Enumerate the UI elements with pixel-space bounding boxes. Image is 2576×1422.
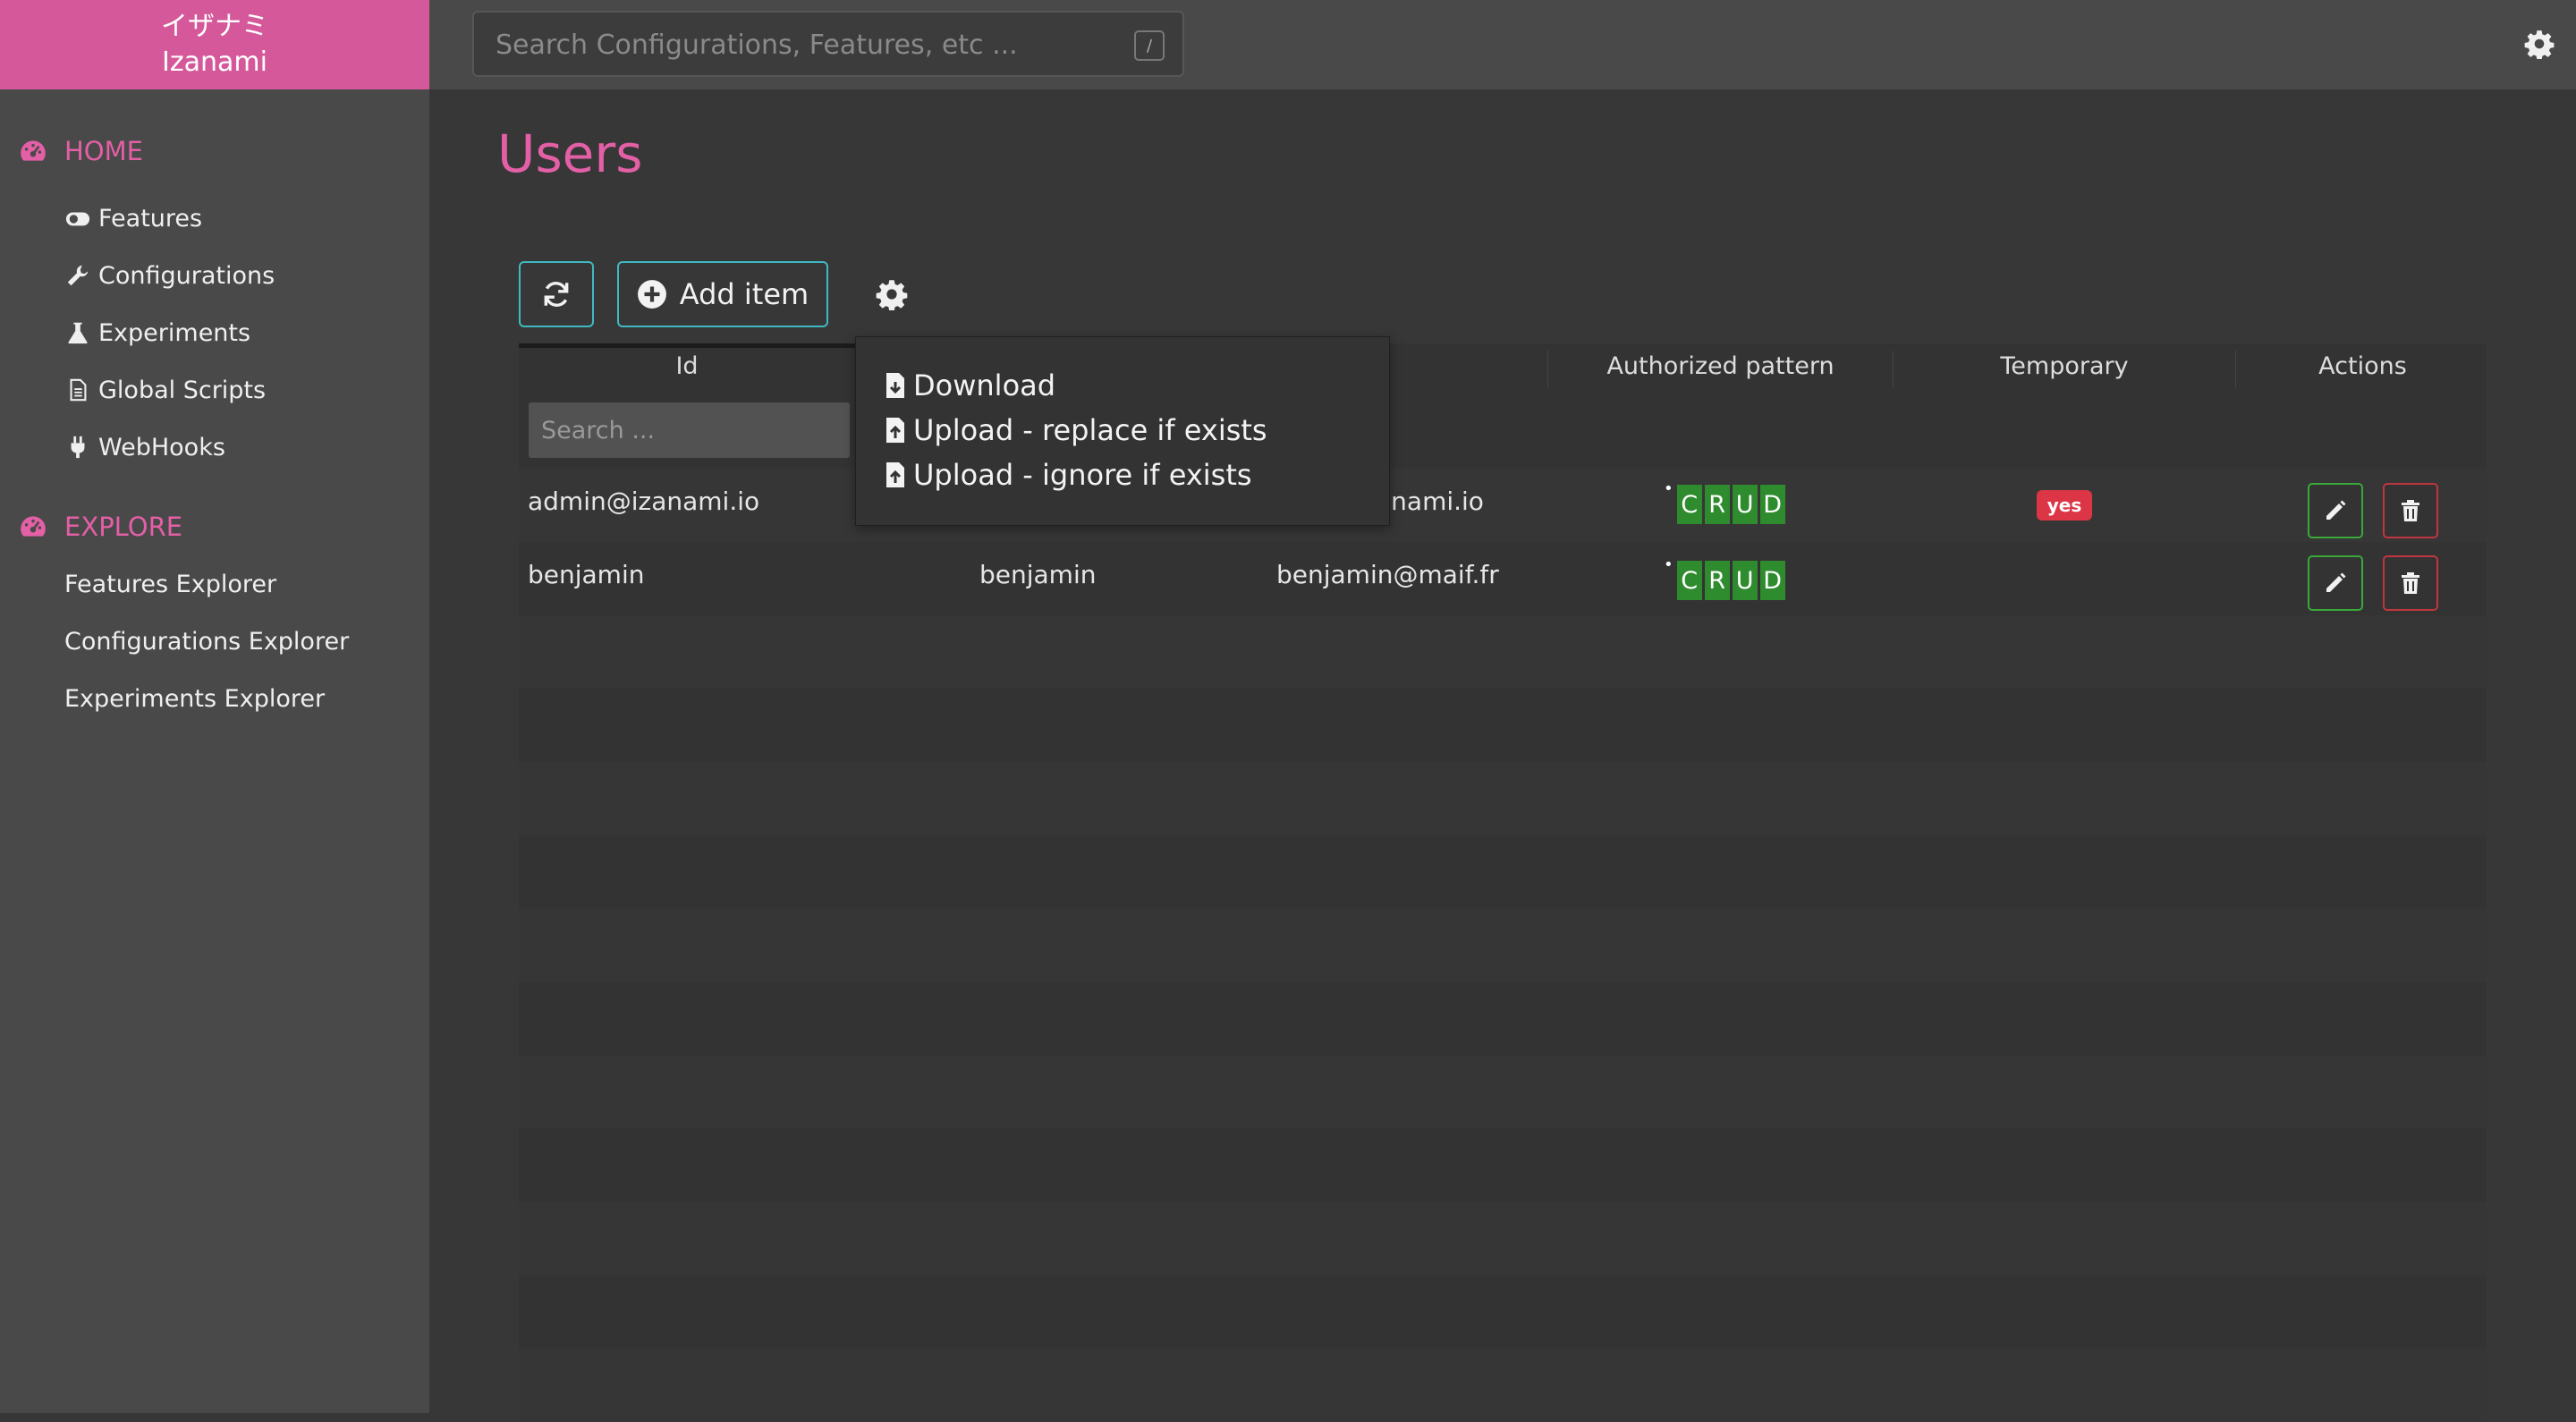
edit-button[interactable] [2308, 483, 2363, 538]
table-row-stripe [519, 1349, 2487, 1422]
brand-logo[interactable]: イザナミ Izanami [0, 0, 429, 89]
trash-icon [2402, 572, 2419, 594]
sidebar-item-global-scripts[interactable]: Global Scripts [64, 372, 266, 408]
dashboard-icon [21, 140, 46, 161]
nav-explore-label: EXPLORE [64, 512, 183, 542]
authorized-pattern: • C R U D [1664, 479, 1788, 524]
authorized-pattern: • C R U D [1664, 555, 1788, 600]
top-bar: / [429, 0, 2576, 89]
brand-japanese: イザナミ [161, 11, 268, 42]
sidebar-item-configurations-explorer[interactable]: Configurations Explorer [64, 628, 349, 656]
menu-item-label: Download [913, 368, 1056, 402]
table-row-stripe [519, 469, 2487, 542]
gear-icon[interactable] [876, 278, 908, 310]
file-icon [64, 377, 91, 403]
menu-item-label: Upload - replace if exists [913, 413, 1267, 447]
column-header-id[interactable]: Id [519, 352, 855, 385]
nav-explore[interactable]: EXPLORE [18, 512, 182, 542]
trash-icon [2402, 500, 2419, 521]
menu-item-upload-replace[interactable]: Upload - replace if exists [885, 412, 1267, 448]
plug-icon [64, 434, 91, 461]
pattern-letter: C [1676, 485, 1702, 524]
cell-email: anami.io [1376, 487, 1484, 516]
pencil-icon [2326, 500, 2346, 520]
sidebar-item-label: Experiments [98, 318, 251, 347]
sort-indicator [519, 343, 855, 348]
menu-item-upload-ignore[interactable]: Upload - ignore if exists [885, 457, 1252, 493]
menu-item-label: Upload - ignore if exists [913, 458, 1252, 492]
file-upload-icon [886, 462, 904, 487]
sidebar-item-label: Features [98, 204, 203, 233]
pattern-letter: U [1732, 561, 1758, 600]
sidebar-item-experiments-explorer[interactable]: Experiments Explorer [64, 685, 325, 713]
plus-circle-icon [637, 280, 666, 309]
sidebar-item-webhooks[interactable]: WebHooks [64, 429, 225, 465]
add-item-button[interactable]: Add item [617, 261, 828, 327]
table-row-stripe [519, 1055, 2487, 1129]
cell-name: benjamin [979, 560, 1097, 589]
nav-home-label: HOME [64, 136, 143, 166]
toggle-icon [64, 205, 91, 232]
cell-email: benjamin@maif.fr [1276, 560, 1499, 589]
temporary-badge: yes [2037, 490, 2092, 521]
gear-icon[interactable] [2524, 29, 2555, 59]
shortcut-key-badge: / [1134, 30, 1165, 61]
nav-home[interactable]: HOME [18, 136, 143, 166]
pattern-letter: D [1759, 485, 1785, 524]
wrench-icon [64, 262, 91, 289]
pattern-letter: R [1704, 561, 1730, 600]
sidebar-item-features-explorer[interactable]: Features Explorer [64, 571, 276, 598]
brand-name: Izanami [162, 47, 267, 78]
pattern-letter: C [1676, 561, 1702, 600]
refresh-icon [544, 282, 569, 307]
dashboard-icon [21, 516, 46, 537]
sidebar: イザナミ Izanami HOME Features Configuration… [0, 0, 429, 1413]
cell-id: admin@izanami.io [528, 487, 760, 516]
pencil-icon [2326, 572, 2346, 592]
pattern-letter: R [1704, 485, 1730, 524]
file-download-icon [886, 373, 904, 398]
column-header-temporary[interactable]: Temporary [1894, 352, 2235, 385]
sidebar-item-label: WebHooks [98, 433, 225, 461]
delete-button[interactable] [2383, 555, 2438, 611]
pattern-letter: D [1759, 561, 1785, 600]
table-row-stripe [519, 909, 2487, 982]
refresh-button[interactable] [519, 261, 594, 327]
sidebar-item-configurations[interactable]: Configurations [64, 258, 275, 293]
column-header-actions: Actions [2318, 352, 2407, 380]
add-item-label: Add item [679, 277, 809, 311]
menu-item-download[interactable]: Download [885, 368, 1055, 403]
id-filter-input[interactable] [529, 402, 850, 458]
sidebar-item-experiments[interactable]: Experiments [64, 315, 250, 351]
table-row-stripe [519, 615, 2487, 689]
flask-icon [64, 319, 91, 346]
sidebar-item-label: Global Scripts [98, 376, 267, 404]
sidebar-item-features[interactable]: Features [64, 200, 202, 236]
global-search: / [472, 11, 1184, 77]
page-title: Users [497, 123, 643, 184]
table-row-stripe [519, 762, 2487, 835]
pattern-letter: U [1732, 485, 1758, 524]
global-search-input[interactable] [494, 13, 1123, 77]
delete-button[interactable] [2383, 483, 2438, 538]
edit-button[interactable] [2308, 555, 2363, 611]
table-row-stripe [519, 1202, 2487, 1275]
cell-id: benjamin [528, 560, 645, 589]
column-header-authorized-pattern[interactable]: Authorized pattern [1548, 352, 1893, 385]
sidebar-item-label: Configurations [98, 261, 275, 290]
file-upload-icon [886, 418, 904, 443]
settings-dropdown-menu: Download Upload - replace if exists Uplo… [855, 336, 1390, 526]
